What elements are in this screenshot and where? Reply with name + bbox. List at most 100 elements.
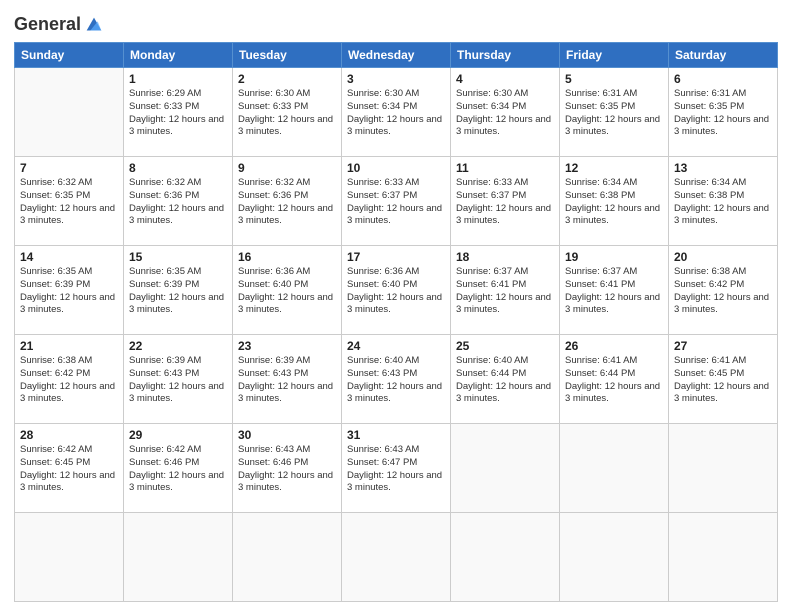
calendar-week-2: 7 Sunrise: 6:32 AMSunset: 6:35 PMDaylight… bbox=[15, 157, 778, 246]
logo-icon bbox=[83, 14, 105, 36]
table-row: 17 Sunrise: 6:36 AMSunset: 6:40 PMDayligh… bbox=[342, 246, 451, 335]
weekday-header-saturday: Saturday bbox=[669, 43, 778, 68]
logo: General bbox=[14, 14, 105, 36]
table-row: 26 Sunrise: 6:41 AMSunset: 6:44 PMDayligh… bbox=[560, 335, 669, 424]
day-info: Sunrise: 6:43 AMSunset: 6:46 PMDaylight:… bbox=[238, 444, 333, 493]
day-number: 28 bbox=[20, 428, 118, 442]
table-row: 2 Sunrise: 6:30 AMSunset: 6:33 PMDaylight… bbox=[233, 68, 342, 157]
table-row bbox=[669, 513, 778, 602]
day-number: 1 bbox=[129, 72, 227, 86]
day-number: 12 bbox=[565, 161, 663, 175]
day-info: Sunrise: 6:29 AMSunset: 6:33 PMDaylight:… bbox=[129, 88, 224, 137]
day-info: Sunrise: 6:43 AMSunset: 6:47 PMDaylight:… bbox=[347, 444, 442, 493]
table-row bbox=[560, 424, 669, 513]
day-info: Sunrise: 6:38 AMSunset: 6:42 PMDaylight:… bbox=[674, 266, 769, 315]
table-row bbox=[451, 424, 560, 513]
page: General SundayMondayTuesdayWednesdayThur… bbox=[0, 0, 792, 612]
day-info: Sunrise: 6:37 AMSunset: 6:41 PMDaylight:… bbox=[565, 266, 660, 315]
table-row: 18 Sunrise: 6:37 AMSunset: 6:41 PMDayligh… bbox=[451, 246, 560, 335]
day-info: Sunrise: 6:36 AMSunset: 6:40 PMDaylight:… bbox=[347, 266, 442, 315]
table-row: 3 Sunrise: 6:30 AMSunset: 6:34 PMDaylight… bbox=[342, 68, 451, 157]
table-row: 9 Sunrise: 6:32 AMSunset: 6:36 PMDaylight… bbox=[233, 157, 342, 246]
day-number: 17 bbox=[347, 250, 445, 264]
day-number: 18 bbox=[456, 250, 554, 264]
table-row: 7 Sunrise: 6:32 AMSunset: 6:35 PMDaylight… bbox=[15, 157, 124, 246]
day-number: 31 bbox=[347, 428, 445, 442]
day-number: 13 bbox=[674, 161, 772, 175]
weekday-header-row: SundayMondayTuesdayWednesdayThursdayFrid… bbox=[15, 43, 778, 68]
table-row: 10 Sunrise: 6:33 AMSunset: 6:37 PMDayligh… bbox=[342, 157, 451, 246]
day-number: 16 bbox=[238, 250, 336, 264]
day-number: 14 bbox=[20, 250, 118, 264]
header: General bbox=[14, 10, 778, 36]
table-row: 19Sunrise: 6:37 AMSunset: 6:41 PMDayligh… bbox=[560, 246, 669, 335]
calendar-week-6 bbox=[15, 513, 778, 602]
day-number: 29 bbox=[129, 428, 227, 442]
day-number: 20 bbox=[674, 250, 772, 264]
day-info: Sunrise: 6:42 AMSunset: 6:46 PMDaylight:… bbox=[129, 444, 224, 493]
table-row: 1 Sunrise: 6:29 AMSunset: 6:33 PMDaylight… bbox=[124, 68, 233, 157]
day-info: Sunrise: 6:32 AMSunset: 6:36 PMDaylight:… bbox=[129, 177, 224, 226]
day-info: Sunrise: 6:40 AMSunset: 6:43 PMDaylight:… bbox=[347, 355, 442, 404]
calendar-week-3: 14 Sunrise: 6:35 AMSunset: 6:39 PMDayligh… bbox=[15, 246, 778, 335]
logo-general-text: General bbox=[14, 15, 81, 35]
table-row: 13 Sunrise: 6:34 AMSunset: 6:38 PMDayligh… bbox=[669, 157, 778, 246]
weekday-header-tuesday: Tuesday bbox=[233, 43, 342, 68]
day-number: 2 bbox=[238, 72, 336, 86]
day-info: Sunrise: 6:31 AMSunset: 6:35 PMDaylight:… bbox=[565, 88, 660, 137]
table-row: 4 Sunrise: 6:30 AMSunset: 6:34 PMDaylight… bbox=[451, 68, 560, 157]
day-info: Sunrise: 6:37 AMSunset: 6:41 PMDaylight:… bbox=[456, 266, 551, 315]
day-number: 15 bbox=[129, 250, 227, 264]
table-row: 15 Sunrise: 6:35 AMSunset: 6:39 PMDayligh… bbox=[124, 246, 233, 335]
day-info: Sunrise: 6:32 AMSunset: 6:35 PMDaylight:… bbox=[20, 177, 115, 226]
day-number: 22 bbox=[129, 339, 227, 353]
day-number: 10 bbox=[347, 161, 445, 175]
weekday-header-monday: Monday bbox=[124, 43, 233, 68]
day-number: 6 bbox=[674, 72, 772, 86]
day-info: Sunrise: 6:33 AMSunset: 6:37 PMDaylight:… bbox=[347, 177, 442, 226]
table-row bbox=[669, 424, 778, 513]
day-info: Sunrise: 6:30 AMSunset: 6:34 PMDaylight:… bbox=[347, 88, 442, 137]
day-number: 24 bbox=[347, 339, 445, 353]
calendar-week-5: 28Sunrise: 6:42 AMSunset: 6:45 PMDayligh… bbox=[15, 424, 778, 513]
day-info: Sunrise: 6:33 AMSunset: 6:37 PMDaylight:… bbox=[456, 177, 551, 226]
day-number: 26 bbox=[565, 339, 663, 353]
day-info: Sunrise: 6:30 AMSunset: 6:34 PMDaylight:… bbox=[456, 88, 551, 137]
table-row: 30Sunrise: 6:43 AMSunset: 6:46 PMDayligh… bbox=[233, 424, 342, 513]
table-row: 27 Sunrise: 6:41 AMSunset: 6:45 PMDayligh… bbox=[669, 335, 778, 424]
day-number: 3 bbox=[347, 72, 445, 86]
table-row: 31 Sunrise: 6:43 AMSunset: 6:47 PMDayligh… bbox=[342, 424, 451, 513]
calendar: SundayMondayTuesdayWednesdayThursdayFrid… bbox=[14, 42, 778, 602]
table-row: 12 Sunrise: 6:34 AMSunset: 6:38 PMDayligh… bbox=[560, 157, 669, 246]
table-row bbox=[15, 68, 124, 157]
table-row: 8 Sunrise: 6:32 AMSunset: 6:36 PMDaylight… bbox=[124, 157, 233, 246]
table-row: 5 Sunrise: 6:31 AMSunset: 6:35 PMDaylight… bbox=[560, 68, 669, 157]
day-info: Sunrise: 6:41 AMSunset: 6:45 PMDaylight:… bbox=[674, 355, 769, 404]
table-row bbox=[560, 513, 669, 602]
day-info: Sunrise: 6:34 AMSunset: 6:38 PMDaylight:… bbox=[565, 177, 660, 226]
day-number: 21 bbox=[20, 339, 118, 353]
table-row bbox=[233, 513, 342, 602]
table-row bbox=[124, 513, 233, 602]
day-info: Sunrise: 6:30 AMSunset: 6:33 PMDaylight:… bbox=[238, 88, 333, 137]
table-row bbox=[15, 513, 124, 602]
day-number: 23 bbox=[238, 339, 336, 353]
day-info: Sunrise: 6:34 AMSunset: 6:38 PMDaylight:… bbox=[674, 177, 769, 226]
table-row: 22Sunrise: 6:39 AMSunset: 6:43 PMDayligh… bbox=[124, 335, 233, 424]
table-row bbox=[451, 513, 560, 602]
day-number: 11 bbox=[456, 161, 554, 175]
day-info: Sunrise: 6:32 AMSunset: 6:36 PMDaylight:… bbox=[238, 177, 333, 226]
table-row: 25Sunrise: 6:40 AMSunset: 6:44 PMDayligh… bbox=[451, 335, 560, 424]
day-number: 7 bbox=[20, 161, 118, 175]
day-number: 27 bbox=[674, 339, 772, 353]
day-info: Sunrise: 6:35 AMSunset: 6:39 PMDaylight:… bbox=[129, 266, 224, 315]
day-number: 8 bbox=[129, 161, 227, 175]
table-row: 23Sunrise: 6:39 AMSunset: 6:43 PMDayligh… bbox=[233, 335, 342, 424]
table-row: 21Sunrise: 6:38 AMSunset: 6:42 PMDayligh… bbox=[15, 335, 124, 424]
day-number: 4 bbox=[456, 72, 554, 86]
calendar-week-1: 1 Sunrise: 6:29 AMSunset: 6:33 PMDaylight… bbox=[15, 68, 778, 157]
day-info: Sunrise: 6:41 AMSunset: 6:44 PMDaylight:… bbox=[565, 355, 660, 404]
day-number: 9 bbox=[238, 161, 336, 175]
day-number: 5 bbox=[565, 72, 663, 86]
table-row: 28Sunrise: 6:42 AMSunset: 6:45 PMDayligh… bbox=[15, 424, 124, 513]
